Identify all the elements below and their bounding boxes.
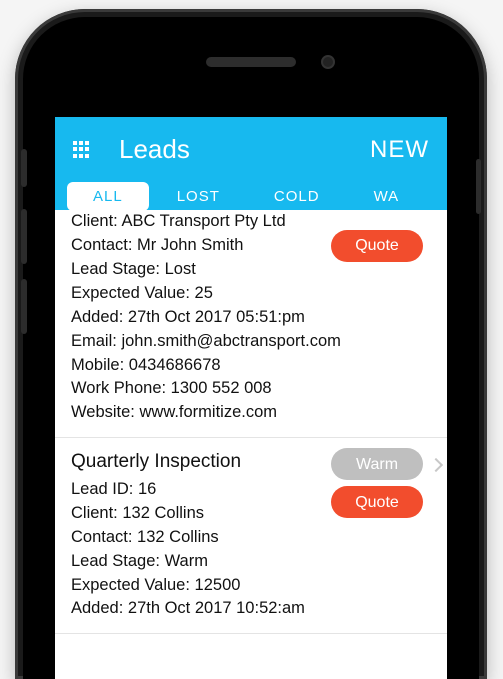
lead-added: Added: 27th Oct 2017 10:52:am: [71, 597, 431, 621]
speaker-slot: [206, 57, 296, 67]
phone-bezel: Leads NEW ALL LOST COLD WA Quote Client:…: [23, 17, 479, 679]
lead-contact: Contact: 132 Collins: [71, 526, 431, 550]
quote-button[interactable]: Quote: [331, 230, 423, 262]
lead-email: Email: john.smith@abctransport.com: [71, 330, 431, 354]
lead-expected: Expected Value: 12500: [71, 574, 431, 598]
app-header: Leads NEW: [55, 117, 447, 182]
menu-grid-icon[interactable]: [73, 141, 91, 159]
lead-expected: Expected Value: 25: [71, 282, 431, 306]
tab-cold[interactable]: COLD: [248, 182, 346, 211]
page-title: Leads: [119, 134, 370, 165]
volume-down: [21, 279, 27, 334]
lead-stage: Lead Stage: Warm: [71, 550, 431, 574]
lead-list: Quote Client: ABC Transport Pty Ltd Cont…: [55, 210, 447, 634]
warm-pill[interactable]: Warm: [331, 448, 423, 480]
power-button: [476, 159, 481, 214]
mute-switch: [21, 149, 27, 187]
new-button[interactable]: NEW: [370, 136, 429, 164]
lead-work: Work Phone: 1300 552 008: [71, 377, 431, 401]
volume-up: [21, 209, 27, 264]
app-screen: Leads NEW ALL LOST COLD WA Quote Client:…: [55, 117, 447, 679]
lead-website: Website: www.formitize.com: [71, 401, 431, 425]
lead-item[interactable]: Warm Quote Quarterly Inspection Lead ID:…: [55, 438, 447, 634]
tab-warm[interactable]: WA: [348, 182, 426, 211]
phone-frame: Leads NEW ALL LOST COLD WA Quote Client:…: [15, 9, 487, 679]
chevron-right-icon: [429, 458, 443, 472]
lead-mobile: Mobile: 0434686678: [71, 354, 431, 378]
tab-lost[interactable]: LOST: [151, 182, 246, 211]
front-camera: [321, 55, 335, 69]
tab-all[interactable]: ALL: [67, 182, 149, 211]
lead-added: Added: 27th Oct 2017 05:51:pm: [71, 306, 431, 330]
lead-item[interactable]: Quote Client: ABC Transport Pty Ltd Cont…: [55, 210, 447, 438]
quote-button[interactable]: Quote: [331, 486, 423, 518]
